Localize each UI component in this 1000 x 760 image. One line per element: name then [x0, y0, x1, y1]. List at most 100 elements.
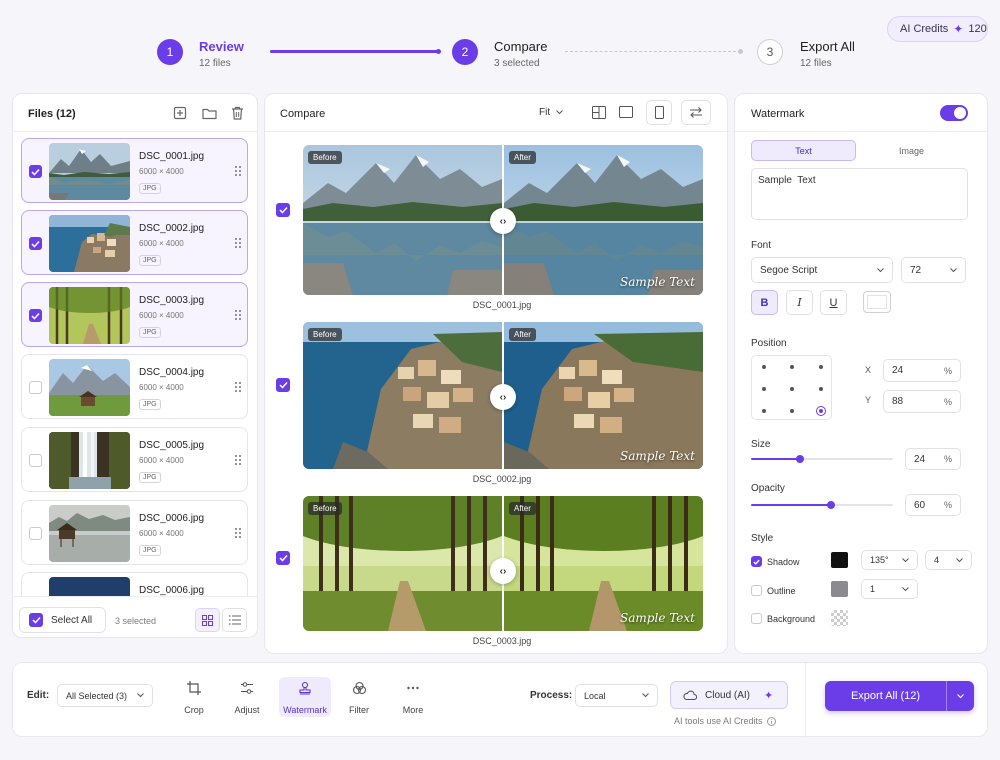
size-input[interactable]: 24 %: [905, 448, 961, 470]
background-color-swatch[interactable]: [831, 610, 848, 626]
tab-text[interactable]: Text: [751, 140, 856, 161]
drag-handle-icon[interactable]: [234, 527, 242, 539]
tool-more[interactable]: More: [387, 677, 439, 717]
file-checkbox[interactable]: [29, 165, 42, 178]
position-dot[interactable]: [762, 387, 766, 391]
watermark-toggle[interactable]: [940, 105, 968, 121]
shadow-angle-select[interactable]: 135°: [861, 550, 918, 570]
file-checkbox[interactable]: [29, 527, 42, 540]
info-icon[interactable]: [766, 716, 776, 726]
position-dot[interactable]: [790, 365, 794, 369]
file-name: DSC_0001.jpg: [139, 151, 205, 162]
file-checkbox[interactable]: [29, 381, 42, 394]
cloud-ai-button[interactable]: Cloud (AI) ✦: [670, 681, 788, 709]
file-checkbox[interactable]: [29, 309, 42, 322]
file-item[interactable]: DSC_0001.jpg 6000 × 4000 JPG: [21, 138, 248, 203]
x-input[interactable]: 24 %: [883, 359, 961, 382]
compare-checkbox[interactable]: [276, 551, 290, 565]
italic-button[interactable]: I: [786, 290, 813, 315]
file-item[interactable]: DSC_0002.jpg 6000 × 4000 JPG: [21, 210, 248, 275]
step-1-number[interactable]: 1: [157, 39, 183, 65]
ai-credits-badge[interactable]: AI Credits ✦ 120: [887, 16, 988, 42]
process-value: Local: [584, 690, 606, 701]
position-dot[interactable]: [762, 365, 766, 369]
process-select[interactable]: Local: [575, 684, 658, 707]
select-all-checkbox[interactable]: [29, 613, 43, 627]
position-label: Position: [751, 338, 787, 349]
edit-scope-select[interactable]: All Selected (3): [57, 684, 153, 707]
fit-dropdown[interactable]: Fit: [539, 107, 563, 118]
split-view-icon[interactable]: [590, 103, 608, 121]
bold-button[interactable]: B: [751, 290, 778, 315]
y-input[interactable]: 88 %: [883, 390, 961, 413]
portrait-view-button[interactable]: [646, 100, 672, 125]
position-dot[interactable]: [819, 365, 823, 369]
drag-handle-icon[interactable]: [234, 165, 242, 177]
style-label: Style: [751, 533, 774, 544]
background-checkbox[interactable]: [751, 613, 762, 624]
file-checkbox[interactable]: [29, 454, 42, 467]
export-options-button[interactable]: [947, 681, 974, 711]
trash-icon[interactable]: [229, 105, 245, 121]
font-size-select[interactable]: 72: [901, 257, 966, 283]
sliders-icon: [241, 682, 253, 694]
outline-color-swatch[interactable]: [831, 581, 848, 597]
step-3-number[interactable]: 3: [757, 39, 783, 65]
tab-image[interactable]: Image: [859, 140, 964, 161]
position-grid[interactable]: [751, 355, 832, 420]
drag-handle-icon[interactable]: [234, 309, 242, 321]
single-view-icon[interactable]: [617, 103, 635, 121]
file-item[interactable]: DSC_0006.jpg 6000 × 4000 JPG: [21, 500, 248, 565]
position-dot[interactable]: [790, 409, 794, 413]
shadow-checkbox[interactable]: [751, 556, 762, 567]
drag-handle-icon[interactable]: [234, 454, 242, 466]
swap-button[interactable]: [681, 100, 711, 125]
file-item[interactable]: DSC_0004.jpg 6000 × 4000 JPG: [21, 354, 248, 419]
shadow-distance-select[interactable]: 4: [925, 550, 972, 570]
position-dot-selected[interactable]: [816, 406, 826, 416]
watermark-text-input[interactable]: Sample Text: [751, 168, 968, 220]
drag-handle-icon[interactable]: [234, 381, 242, 393]
add-file-icon[interactable]: [172, 105, 188, 121]
file-dimensions: 6000 × 4000: [139, 529, 184, 538]
compare-slider-handle[interactable]: ‹›: [490, 384, 516, 410]
compare-checkbox[interactable]: [276, 203, 290, 217]
text-color-swatch[interactable]: [863, 291, 891, 313]
tool-crop-label: Crop: [184, 705, 204, 715]
step-2-number[interactable]: 2: [452, 39, 478, 65]
tool-adjust[interactable]: Adjust: [221, 677, 273, 717]
font-select[interactable]: Segoe Script: [751, 257, 893, 283]
underline-button[interactable]: U: [820, 290, 847, 315]
portrait-icon: [654, 106, 664, 119]
watermark-title: Watermark: [751, 108, 805, 120]
compare-slider-handle[interactable]: ‹›: [490, 208, 516, 234]
tool-filter[interactable]: Filter: [333, 677, 385, 717]
shadow-distance-value: 4: [934, 555, 940, 565]
compare-slider-handle[interactable]: ‹›: [490, 558, 516, 584]
step-3-title[interactable]: Export All: [800, 39, 855, 54]
files-panel-title: Files (12): [28, 108, 76, 120]
outline-width-select[interactable]: 1: [861, 579, 918, 599]
drag-handle-icon[interactable]: [234, 237, 242, 249]
file-item[interactable]: DSC_0005.jpg 6000 × 4000 JPG: [21, 427, 248, 492]
grid-view-button[interactable]: [195, 608, 220, 632]
folder-icon[interactable]: [201, 105, 217, 121]
list-view-button[interactable]: [222, 608, 247, 632]
file-checkbox[interactable]: [29, 237, 42, 250]
outline-checkbox[interactable]: [751, 585, 762, 596]
step-1-title[interactable]: Review: [199, 39, 244, 54]
compare-checkbox[interactable]: [276, 378, 290, 392]
tool-watermark[interactable]: Watermark: [279, 677, 331, 717]
select-all-button[interactable]: Select All: [19, 607, 106, 633]
opacity-input[interactable]: 60 %: [905, 494, 961, 516]
position-dot[interactable]: [790, 387, 794, 391]
opacity-slider-knob[interactable]: [827, 501, 835, 509]
tool-crop[interactable]: Crop: [168, 677, 220, 717]
file-item[interactable]: DSC_0003.jpg 6000 × 4000 JPG: [21, 282, 248, 347]
position-dot[interactable]: [762, 409, 766, 413]
size-slider-knob[interactable]: [796, 455, 804, 463]
shadow-color-swatch[interactable]: [831, 552, 848, 568]
step-2-title[interactable]: Compare: [494, 39, 547, 54]
position-dot[interactable]: [819, 387, 823, 391]
export-all-button[interactable]: Export All (12): [825, 681, 946, 711]
